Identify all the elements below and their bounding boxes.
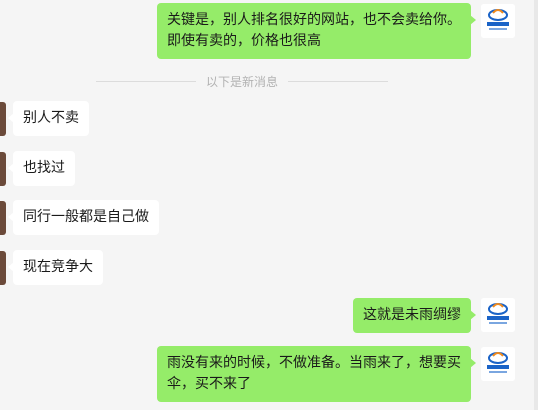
- avatar[interactable]: [0, 102, 6, 136]
- message-bubble-sent[interactable]: 关键是，别人排名很好的网站，也不会卖给你。即使有卖的，价格也很高: [157, 3, 476, 59]
- message-text: 别人不卖: [23, 110, 79, 126]
- message-text: 也找过: [23, 160, 65, 176]
- divider-line: [288, 80, 389, 82]
- message-text: 雨没有来的时候，不做准备。当雨来了，想要买伞，买不来了: [167, 355, 461, 392]
- scrollbar[interactable]: [534, 0, 538, 410]
- avatar[interactable]: [481, 4, 515, 38]
- avatar[interactable]: [0, 152, 6, 186]
- message-text: 现在竞争大: [23, 259, 93, 275]
- message-bubble-sent[interactable]: 雨没有来的时候，不做准备。当雨来了，想要买伞，买不来了: [157, 346, 476, 402]
- new-messages-divider: 以下是新消息: [96, 72, 389, 90]
- avatar[interactable]: [481, 298, 515, 332]
- avatar[interactable]: [0, 201, 6, 235]
- message-bubble-received[interactable]: 现在竞争大: [8, 250, 103, 285]
- chat-history: 关键是，别人排名很好的网站，也不会卖给你。即使有卖的，价格也很高 以下是新消息 …: [0, 0, 538, 410]
- avatar[interactable]: [0, 251, 6, 285]
- divider-label: 以下是新消息: [206, 74, 279, 89]
- message-text: 关键是，别人排名很好的网站，也不会卖给你。即使有卖的，价格也很高: [167, 12, 461, 49]
- message-bubble-received[interactable]: 也找过: [8, 151, 75, 186]
- avatar[interactable]: [481, 347, 515, 381]
- brand-logo-icon: [481, 4, 515, 38]
- message-bubble-received[interactable]: 同行一般都是自己做: [8, 200, 159, 235]
- brand-logo-icon: [481, 298, 515, 332]
- brand-logo-icon: [481, 347, 515, 381]
- message-text: 这就是未雨绸缪: [363, 307, 461, 323]
- message-bubble-received[interactable]: 别人不卖: [8, 101, 89, 136]
- message-text: 同行一般都是自己做: [23, 209, 149, 225]
- divider-line: [96, 80, 196, 82]
- message-bubble-sent[interactable]: 这就是未雨绸缪: [353, 298, 476, 333]
